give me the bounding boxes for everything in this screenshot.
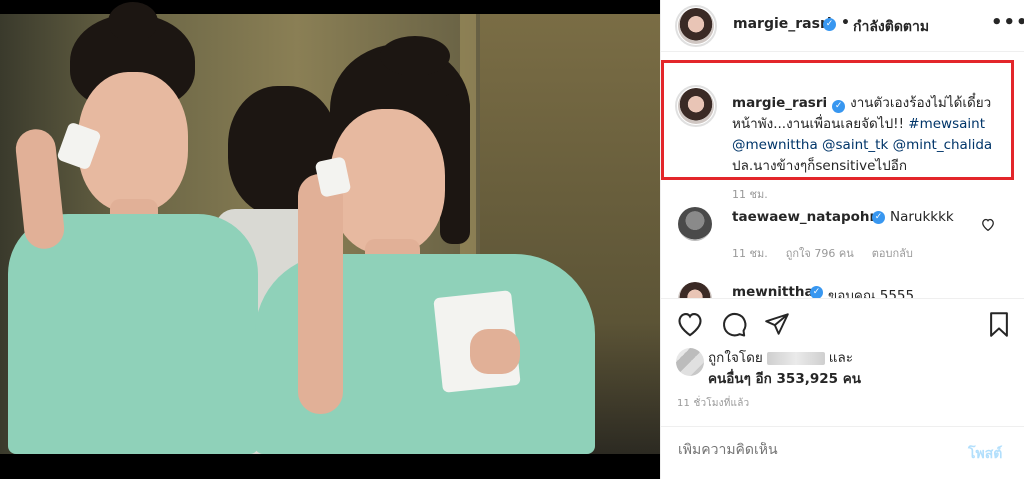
more-options-icon[interactable]: ••• [991,12,1024,33]
liked-by-username-blurred[interactable] [766,351,825,365]
photo-scene [0,2,660,454]
caption-timestamp[interactable]: 11 ชม. [732,185,768,203]
liked-by-avatar[interactable] [676,348,704,376]
like-heart-icon[interactable] [676,311,704,337]
caption-line4: ปล.นางข้างๆก็sensitiveไปอีก [732,158,908,174]
comment2-text: ขอบคุณ 5555 [828,288,915,298]
caption-text: margie_rasri ✓ งานตัวเองร้องไม่ได้เดี๋ยว ห… [732,93,1002,177]
caption-hashtag[interactable]: #mewsaint [908,116,985,132]
comment-avatar[interactable] [678,207,712,241]
comment-meta: 11 ชม. ถูกใจ 796 คน ตอบกลับ [732,244,931,262]
comment-row-partial: mewnittha ✓ ขอบคุณ 5555 [660,278,1024,298]
author-avatar[interactable] [678,8,714,44]
comment-bubble-icon[interactable] [720,311,748,338]
comment-time[interactable]: 11 ชม. [732,247,768,260]
following-button[interactable]: กำลังติดตาม [853,16,929,38]
likes-summary: ถูกใจโดย และ คนอื่นๆ อีก 353,925 คน [708,348,861,390]
add-comment-divider [660,426,1024,427]
comment-verified-icon: ✓ [872,211,885,224]
add-comment-input[interactable] [678,442,938,458]
post-comment-button[interactable]: โพสต์ [968,443,1002,465]
comment-reply-button[interactable]: ตอบกลับ [872,247,913,260]
save-bookmark-icon[interactable] [987,311,1011,338]
likes-prefix: ถูกใจโดย [708,350,763,366]
caption-mentions[interactable]: @mewnittha @saint_tk @mint_chalida [732,137,992,153]
author-username[interactable]: margie_rasri [733,16,832,32]
likes-and: และ [828,350,854,366]
comment-text: Narukkkk [890,209,954,225]
post-photo[interactable] [0,0,660,479]
caption-line1: งานตัวเองร้องไม่ได้เดี๋ยว [850,95,992,111]
header-separator: • [841,15,850,31]
comment2-avatar[interactable] [678,282,712,298]
comment-likes[interactable]: ถูกใจ 796 คน [786,247,854,260]
comment-like-heart-icon[interactable] [981,218,995,231]
actions-divider [660,298,1024,299]
caption-avatar[interactable] [678,88,714,124]
caption-line2: หน้าพัง...งานเพื่อนเลยจัดไป!! [732,116,909,132]
comment-username[interactable]: taewaew_natapohn [732,209,879,225]
comment2-username[interactable]: mewnittha [732,284,814,298]
comment2-verified-icon: ✓ [810,286,823,298]
share-send-icon[interactable] [764,311,790,337]
caption-username[interactable]: margie_rasri [732,95,827,111]
verified-badge-icon: ✓ [823,18,836,31]
caption-verified-icon: ✓ [832,100,846,113]
likes-others-count[interactable]: คนอื่นๆ อีก 353,925 คน [708,371,861,387]
post-timestamp[interactable]: 11 ชั่วโมงที่แล้ว [677,396,749,411]
